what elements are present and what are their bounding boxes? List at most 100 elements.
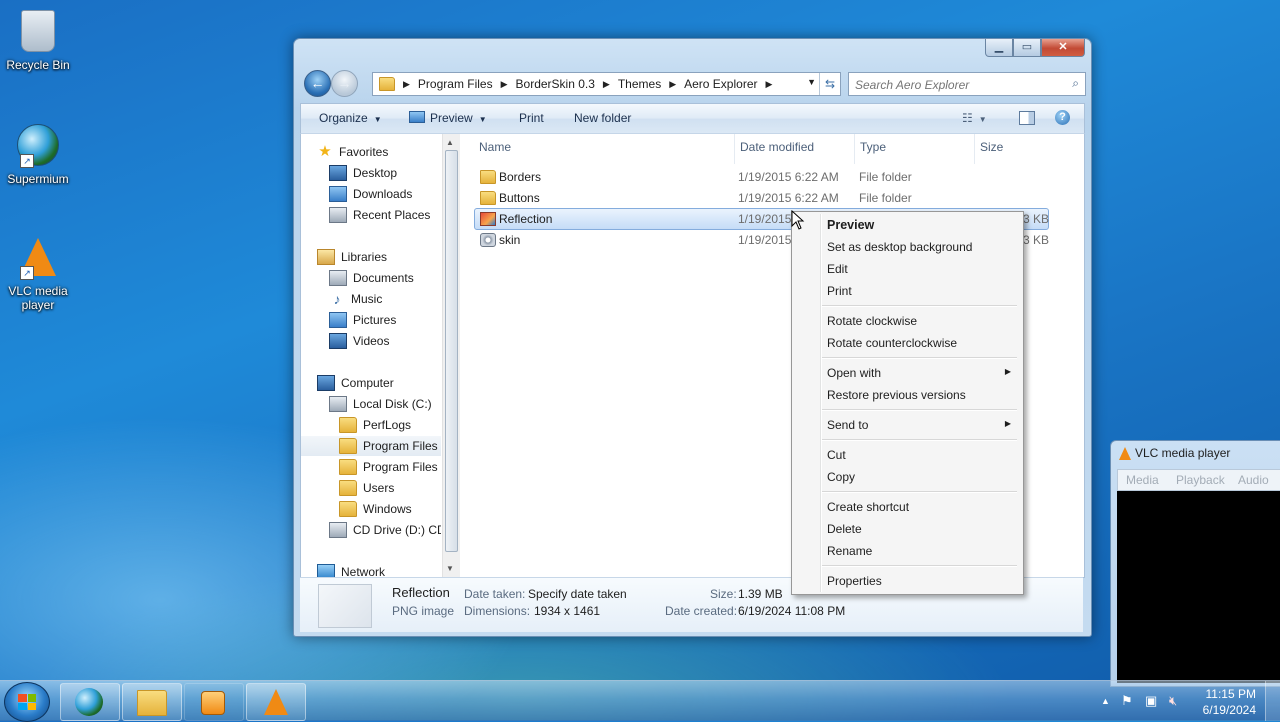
search-box[interactable]: ⌕ [848, 72, 1086, 96]
nav-documents[interactable]: Documents [329, 268, 441, 288]
forward-button[interactable]: → [331, 70, 358, 97]
close-button[interactable]: ✕ [1041, 39, 1085, 57]
view-options-button[interactable]: ☷ ▼ [962, 111, 987, 125]
column-header-date[interactable]: Date modified [740, 140, 814, 154]
taskbar-explorer[interactable] [122, 683, 182, 721]
command-bar: Organize ▼ Preview ▼ Print New folder ☷ ▼ ? [300, 103, 1085, 133]
preview-button[interactable]: Preview ▼ [409, 111, 487, 125]
menu-item-create-shortcut[interactable]: Create shortcut [794, 496, 1021, 518]
breadcrumb-item[interactable]: Program Files [418, 77, 493, 91]
file-row-buttons[interactable]: Buttons 1/19/2015 6:22 AM File folder [475, 188, 1048, 208]
vlc-menu-audio[interactable]: Audio [1238, 473, 1269, 487]
menu-item-rotate-counterclockwise[interactable]: Rotate counterclockwise [794, 332, 1021, 354]
search-icon[interactable]: ⌕ [1072, 76, 1079, 91]
menu-item-rotate-clockwise[interactable]: Rotate clockwise [794, 310, 1021, 332]
vlc-menu-playback[interactable]: Playback [1176, 473, 1225, 487]
action-center-flag-icon[interactable]: ⚑ [1121, 693, 1133, 709]
nav-computer[interactable]: Computer [317, 373, 441, 393]
nav-videos[interactable]: Videos [329, 331, 441, 351]
chevron-right-icon[interactable]: ▶ [669, 79, 676, 90]
menu-item-print[interactable]: Print [794, 280, 1021, 302]
scroll-down-icon[interactable]: ▼ [446, 564, 454, 573]
menu-item-set-desktop-background[interactable]: Set as desktop background [794, 236, 1021, 258]
search-input[interactable] [853, 75, 1057, 95]
address-bar[interactable]: ▶ Program Files ▶ BorderSkin 0.3 ▶ Theme… [372, 72, 841, 96]
scrollbar-thumb[interactable] [445, 150, 458, 552]
taskbar-supermium[interactable] [60, 683, 120, 721]
column-header-name[interactable]: Name [479, 140, 511, 154]
back-button[interactable]: ← [304, 70, 331, 97]
scroll-up-icon[interactable]: ▲ [446, 138, 454, 147]
nav-scrollbar[interactable]: ▲ ▼ [442, 134, 460, 577]
network-tray-icon[interactable]: ▣ [1145, 693, 1157, 709]
show-desktop-button[interactable] [1265, 681, 1280, 721]
menu-item-open-with[interactable]: Open with ▶ [794, 362, 1021, 384]
menu-item-send-to[interactable]: Send to ▶ [794, 414, 1021, 436]
nav-perflogs[interactable]: PerfLogs [339, 415, 441, 435]
help-button[interactable]: ? [1055, 109, 1070, 125]
taskbar-vlc[interactable] [246, 683, 306, 721]
nav-program-files-x86[interactable]: Program Files ( [339, 457, 441, 477]
vlc-menu-media[interactable]: Media [1126, 473, 1159, 487]
chevron-right-icon[interactable]: ▶ [501, 79, 508, 90]
menu-label: Rotate counterclockwise [827, 336, 958, 350]
column-header-size[interactable]: Size [980, 140, 1003, 154]
menu-label: Open with [827, 366, 882, 380]
new-folder-button[interactable]: New folder [574, 111, 631, 125]
back-arrow-icon: ← [310, 75, 325, 91]
breadcrumb-item[interactable]: Themes [618, 77, 661, 91]
show-hidden-icons-icon[interactable]: ▲ [1101, 696, 1110, 706]
menu-item-edit[interactable]: Edit [794, 258, 1021, 280]
nav-libraries[interactable]: Libraries [317, 247, 441, 267]
details-size-label: Size: [710, 587, 737, 601]
print-button[interactable]: Print [519, 111, 544, 125]
menu-item-properties[interactable]: Properties [794, 570, 1021, 592]
chevron-right-icon[interactable]: ▶ [766, 79, 773, 90]
volume-muted-icon[interactable]: 🔇︎ [1169, 693, 1177, 709]
breadcrumb-item[interactable]: BorderSkin 0.3 [516, 77, 595, 91]
menu-item-restore-previous-versions[interactable]: Restore previous versions [794, 384, 1021, 406]
breadcrumb-item[interactable]: Aero Explorer [684, 77, 757, 91]
nav-users[interactable]: Users [339, 478, 441, 498]
preview-pane-button[interactable] [1019, 111, 1035, 128]
nav-downloads[interactable]: Downloads [329, 184, 441, 204]
menu-item-rename[interactable]: Rename [794, 540, 1021, 562]
refresh-icon[interactable]: ⇆ [819, 73, 840, 95]
maximize-button[interactable]: ▭ [1013, 39, 1041, 57]
nav-cd-drive[interactable]: CD Drive (D:) CDI [329, 520, 441, 540]
nav-network[interactable]: Network [317, 562, 441, 577]
clock[interactable]: 11:15 PM 6/19/2024 [1203, 686, 1256, 718]
nav-pictures[interactable]: Pictures [329, 310, 441, 330]
column-header-type[interactable]: Type [860, 140, 886, 154]
nav-recent-places[interactable]: Recent Places [329, 205, 441, 225]
details-date-taken-value[interactable]: Specify date taken [528, 587, 627, 601]
file-date: 1/19/2015 6:22 AM [738, 191, 839, 205]
taskbar-media-player[interactable] [184, 683, 244, 721]
menu-item-delete[interactable]: Delete [794, 518, 1021, 540]
desktop-icon-vlc[interactable]: ↗ VLC media player [0, 236, 76, 312]
vlc-video-area[interactable] [1117, 491, 1280, 683]
desktop-icon-recycle-bin[interactable]: Recycle Bin [0, 8, 76, 72]
nav-desktop[interactable]: Desktop [329, 163, 441, 183]
nav-local-disk[interactable]: Local Disk (C:) [329, 394, 441, 414]
minimize-button[interactable]: ▁ [985, 39, 1013, 57]
menu-item-copy[interactable]: Copy [794, 466, 1021, 488]
nav-windows[interactable]: Windows [339, 499, 441, 519]
vlc-window[interactable]: VLC media player Media Playback Audio [1110, 440, 1280, 687]
file-row-borders[interactable]: Borders 1/19/2015 6:22 AM File folder [475, 167, 1048, 187]
clock-time: 11:15 PM [1205, 687, 1256, 701]
nav-program-files[interactable]: Program Files [301, 436, 441, 456]
nav-music[interactable]: ♪ Music [329, 289, 441, 309]
menu-item-preview[interactable]: Preview [794, 214, 1021, 236]
start-button[interactable] [4, 682, 50, 722]
chevron-right-icon[interactable]: ▶ [403, 79, 410, 90]
folder-icon [339, 480, 357, 496]
address-dropdown-icon[interactable]: ▼ [807, 77, 816, 87]
desktop-icon-supermium[interactable]: ↗ Supermium [0, 122, 76, 186]
recent-places-icon [329, 207, 347, 223]
menu-item-cut[interactable]: Cut [794, 444, 1021, 466]
organize-button[interactable]: Organize ▼ [319, 111, 382, 125]
folder-icon [339, 417, 357, 433]
chevron-right-icon[interactable]: ▶ [603, 79, 610, 90]
nav-favorites[interactable]: ★ Favorites [317, 142, 441, 162]
